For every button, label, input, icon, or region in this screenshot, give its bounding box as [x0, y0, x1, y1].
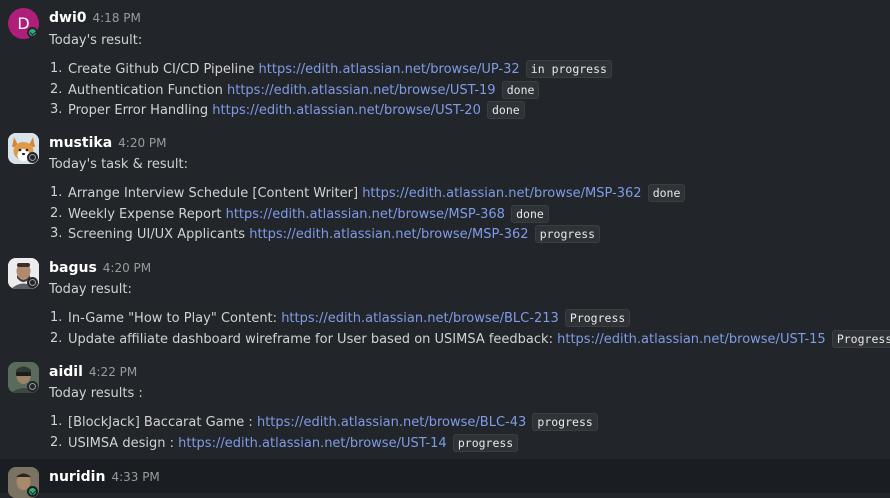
status-badge: done — [647, 184, 686, 202]
task-text: Weekly Expense Report — [68, 206, 222, 222]
task-text: Update affiliate dashboard wireframe for… — [68, 331, 553, 347]
author-name[interactable]: dwi0 — [49, 10, 87, 26]
list-item: 1. Arrange Interview Schedule [Content Wr… — [49, 183, 890, 204]
message-feed: D dwi0 4:18 PM Today's result: 1. Create G… — [0, 0, 890, 498]
status-badge: done — [501, 80, 540, 99]
list-item: 2. Authentication Function https://edith.… — [49, 80, 890, 101]
message-intro: Today result: — [49, 282, 132, 297]
list-number: 2. — [50, 434, 63, 450]
timestamp[interactable]: 4:22 PM — [89, 365, 137, 379]
status-badge: done — [486, 101, 525, 119]
message-intro: Today's result: — [49, 33, 143, 48]
list-number: 1. — [50, 310, 63, 325]
task-text: In-Game "How to Play" Content: — [68, 311, 278, 326]
list-number: 3. — [50, 102, 63, 117]
list-number: 1. — [50, 414, 63, 429]
list-number: 2. — [50, 81, 63, 97]
message-dwi0[interactable]: D dwi0 4:18 PM Today's result: 1. Create G… — [0, 8, 890, 123]
task-link[interactable]: https://edith.atlassian.net/browse/UP-32 — [259, 62, 520, 77]
task-list: 1. [BlockJack] Baccarat Game : https://ed… — [49, 412, 890, 453]
task-link[interactable]: https://edith.atlassian.net/browse/MSP-3… — [249, 227, 528, 242]
task-link[interactable]: https://edith.atlassian.net/browse/UST-1… — [227, 83, 496, 98]
presence-away-icon — [27, 277, 38, 288]
task-link[interactable]: https://edith.atlassian.net/browse/UST-1… — [178, 436, 447, 451]
message-intro: Today's task & result: — [49, 157, 189, 172]
task-list: 1. In-Game "How to Play" Content: https:/… — [49, 308, 890, 349]
list-item: 2. Update affiliate dashboard wireframe f… — [49, 329, 890, 350]
task-list: 1. Arrange Interview Schedule [Content Wr… — [49, 183, 890, 245]
task-link[interactable]: https://edith.atlassian.net/browse/UST-2… — [212, 103, 481, 118]
status-badge: progress — [452, 433, 519, 452]
task-link[interactable]: https://edith.atlassian.net/browse/MSP-3… — [226, 207, 505, 222]
task-link[interactable]: https://edith.atlassian.net/browse/UST-1… — [557, 332, 826, 347]
timestamp[interactable]: 4:18 PM — [93, 11, 141, 25]
status-badge: Progress — [831, 329, 890, 348]
timestamp[interactable]: 4:33 PM — [111, 470, 159, 484]
list-item: 1. Create Github CI/CD Pipeline https://e… — [49, 59, 890, 80]
list-number: 2. — [50, 205, 63, 221]
message-bagus[interactable]: bagus 4:20 PM Today result: 1. In-Game "Ho… — [0, 258, 890, 353]
author-name[interactable]: aidil — [49, 364, 83, 380]
status-badge: in progress — [525, 60, 612, 78]
task-text: Arrange Interview Schedule [Content Writ… — [68, 186, 359, 201]
list-item: 1. In-Game "How to Play" Content: https:/… — [49, 308, 890, 329]
list-number: 3. — [50, 226, 63, 241]
status-badge: progress — [534, 225, 601, 243]
status-badge: done — [511, 204, 549, 223]
task-link[interactable]: https://edith.atlassian.net/browse/BLC-4… — [257, 415, 526, 430]
author-name[interactable]: nuridin — [49, 469, 105, 485]
message-mustika[interactable]: mustika 4:20 PM Today's task & result: 1.… — [0, 133, 890, 248]
status-badge: progress — [532, 413, 598, 431]
list-item: 1. [BlockJack] Baccarat Game : https://ed… — [49, 412, 890, 433]
timestamp[interactable]: 4:20 PM — [118, 136, 166, 150]
list-item: 2. USIMSA design : https://edith.atlassia… — [49, 433, 890, 454]
task-text: Proper Error Handling — [68, 103, 209, 118]
list-number: 1. — [50, 61, 63, 76]
task-text: Create Github CI/CD Pipeline — [68, 62, 255, 77]
task-link[interactable]: https://edith.atlassian.net/browse/BLC-2… — [281, 311, 559, 326]
status-badge: Progress — [564, 309, 631, 327]
presence-away-icon — [27, 381, 38, 392]
author-name[interactable]: bagus — [49, 260, 97, 276]
presence-active-icon — [27, 27, 38, 38]
task-list: 1. Create Github CI/CD Pipeline https://e… — [49, 59, 890, 121]
task-text: Screening UI/UX Applicants — [68, 227, 246, 242]
list-item: 3. Proper Error Handling https://edith.at… — [49, 100, 890, 121]
message-nuridin[interactable]: nuridin 4:33 PM — [0, 459, 890, 498]
timestamp[interactable]: 4:20 PM — [103, 261, 151, 275]
message-intro: Today results : — [49, 386, 143, 401]
presence-active-icon — [27, 486, 38, 497]
task-link[interactable]: https://edith.atlassian.net/browse/MSP-3… — [362, 186, 641, 201]
list-number: 2. — [50, 330, 63, 346]
task-text: [BlockJack] Baccarat Game : — [68, 415, 253, 430]
message-aidil[interactable]: aidil 4:22 PM Today results : 1. [BlockJac… — [0, 362, 890, 457]
task-text: USIMSA design : — [68, 435, 174, 451]
list-item: 2. Weekly Expense Report https://edith.at… — [49, 204, 890, 225]
task-text: Authentication Function — [68, 82, 223, 98]
list-number: 1. — [50, 185, 63, 200]
presence-away-icon — [27, 152, 38, 163]
author-name[interactable]: mustika — [49, 135, 112, 151]
list-item: 3. Screening UI/UX Applicants https://edi… — [49, 224, 890, 245]
